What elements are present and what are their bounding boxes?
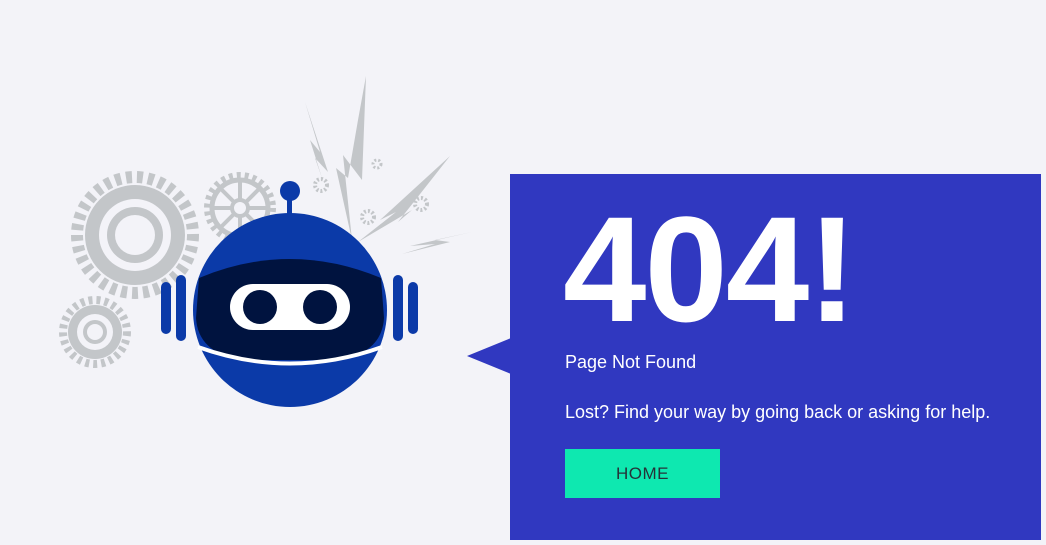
robot-illustration [40,60,490,430]
tiny-gear-icon [313,158,429,225]
antenna-icon [280,181,300,218]
small-gear-icon [59,296,131,368]
robot-head-icon [193,213,387,407]
speech-bubble-tail [467,338,511,374]
error-panel: 404! Page Not Found Lost? Find your way … [510,174,1041,540]
large-gear-icon [71,171,199,299]
home-button[interactable]: HOME [565,449,720,498]
error-title: Page Not Found [565,352,697,372]
error-code: 404! [563,185,857,353]
error-message: Lost? Find your way by going back or ask… [565,402,991,422]
